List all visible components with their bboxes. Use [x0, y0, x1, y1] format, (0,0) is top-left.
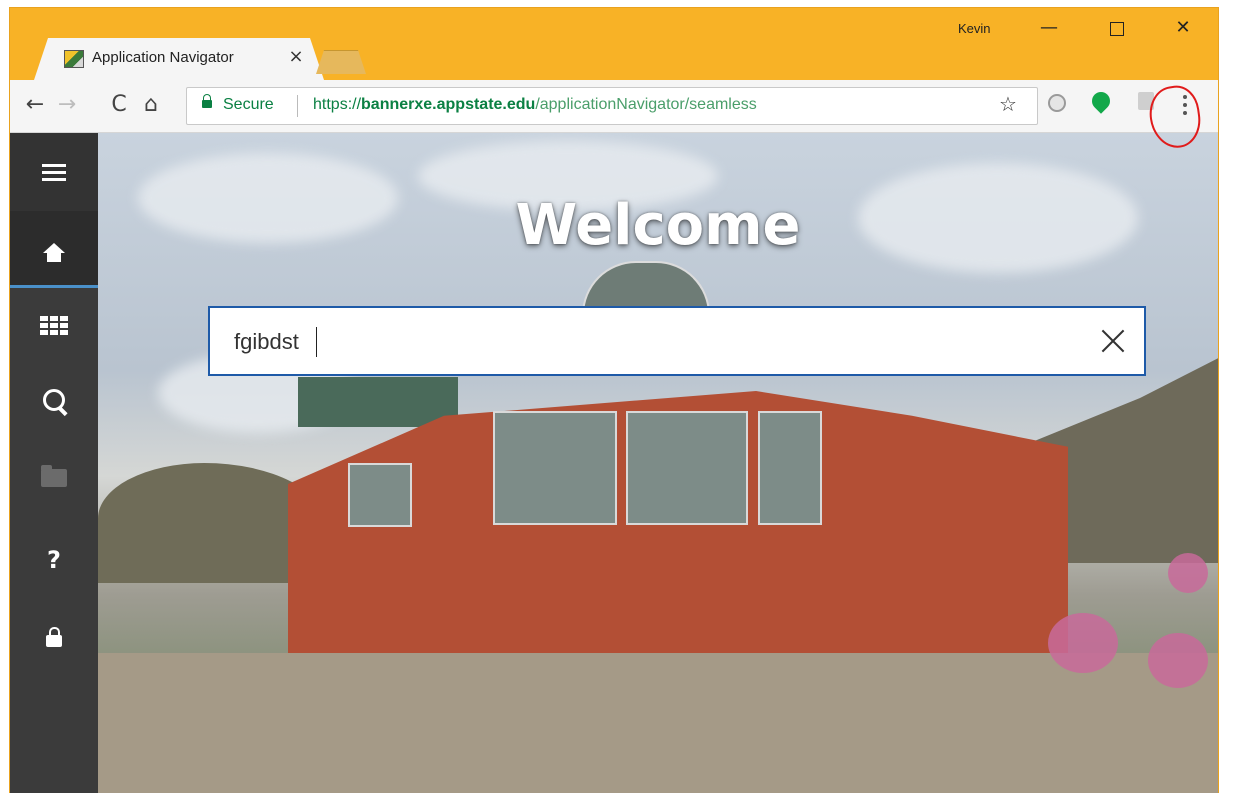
sidebar-item-home[interactable]	[10, 211, 98, 288]
minimize-button[interactable]: —	[1026, 14, 1072, 42]
building-window	[626, 411, 748, 525]
reload-button[interactable]: C	[106, 90, 132, 120]
profile-user-label[interactable]: Kevin	[958, 21, 991, 36]
address-bar[interactable]: Secure https://bannerxe.appstate.edu/app…	[186, 87, 1038, 125]
lock-icon	[46, 627, 62, 647]
search-input[interactable]	[234, 326, 1054, 358]
new-tab-button[interactable]	[316, 50, 366, 74]
extension-green-icon[interactable]	[1088, 88, 1114, 114]
sidebar-item-help[interactable]: ?	[10, 523, 98, 597]
app-sidebar: ?	[10, 133, 98, 793]
tab-close-icon[interactable]: ×	[286, 46, 306, 67]
title-bar: Application Navigator × Kevin — ✕	[10, 8, 1218, 80]
clear-search-icon[interactable]	[1096, 324, 1130, 358]
building-roof	[298, 377, 458, 427]
flowering-tree	[1048, 613, 1118, 673]
secure-label: Secure	[223, 96, 274, 113]
home-button[interactable]: ⌂	[138, 90, 164, 120]
app-favicon-icon	[64, 50, 84, 68]
back-button[interactable]: ←	[22, 90, 48, 120]
sidebar-item-recent[interactable]	[10, 441, 98, 515]
browser-toolbar: ← → C ⌂ Secure https://bannerxe.appstate…	[10, 80, 1218, 133]
grid-icon	[40, 315, 68, 335]
url-domain: bannerxe.appstate.edu	[361, 96, 536, 113]
home-icon	[43, 243, 65, 262]
hamburger-icon	[42, 160, 66, 185]
url-scheme: https://	[313, 96, 362, 113]
address-separator	[297, 95, 298, 117]
flowering-tree	[1148, 633, 1208, 688]
search-box[interactable]	[208, 306, 1146, 376]
forward-button[interactable]: →	[54, 90, 80, 120]
bookmark-star-icon[interactable]: ☆	[999, 92, 1017, 116]
plaza	[98, 653, 1218, 793]
sidebar-item-applications[interactable]	[10, 288, 98, 362]
sidebar-item-search[interactable]	[10, 363, 98, 437]
building-window	[348, 463, 412, 527]
welcome-heading: Welcome	[515, 193, 801, 258]
building-window	[493, 411, 617, 525]
secure-lock-icon	[202, 94, 212, 108]
folder-icon	[41, 465, 67, 487]
url-path: /applicationNavigator/seamless	[535, 96, 757, 113]
maximize-icon	[1110, 22, 1124, 36]
search-icon	[43, 389, 65, 411]
text-caret	[316, 327, 317, 357]
sidebar-item-menu[interactable]	[10, 133, 98, 211]
url-text: https://bannerxe.appstate.edu/applicatio…	[313, 96, 757, 114]
main-content: Welcome	[98, 133, 1218, 793]
extension-gray-icon[interactable]	[1048, 94, 1066, 112]
sidebar-item-sign-out[interactable]	[10, 601, 98, 675]
browser-window: Application Navigator × Kevin — ✕ ← → C …	[10, 8, 1218, 793]
maximize-button[interactable]	[1094, 14, 1140, 42]
tab-title: Application Navigator	[92, 49, 234, 66]
flowering-tree	[1168, 553, 1208, 593]
building-window	[758, 411, 822, 525]
close-window-button[interactable]: ✕	[1160, 14, 1206, 42]
help-icon: ?	[47, 546, 61, 574]
active-tab[interactable]: Application Navigator ×	[34, 38, 324, 80]
